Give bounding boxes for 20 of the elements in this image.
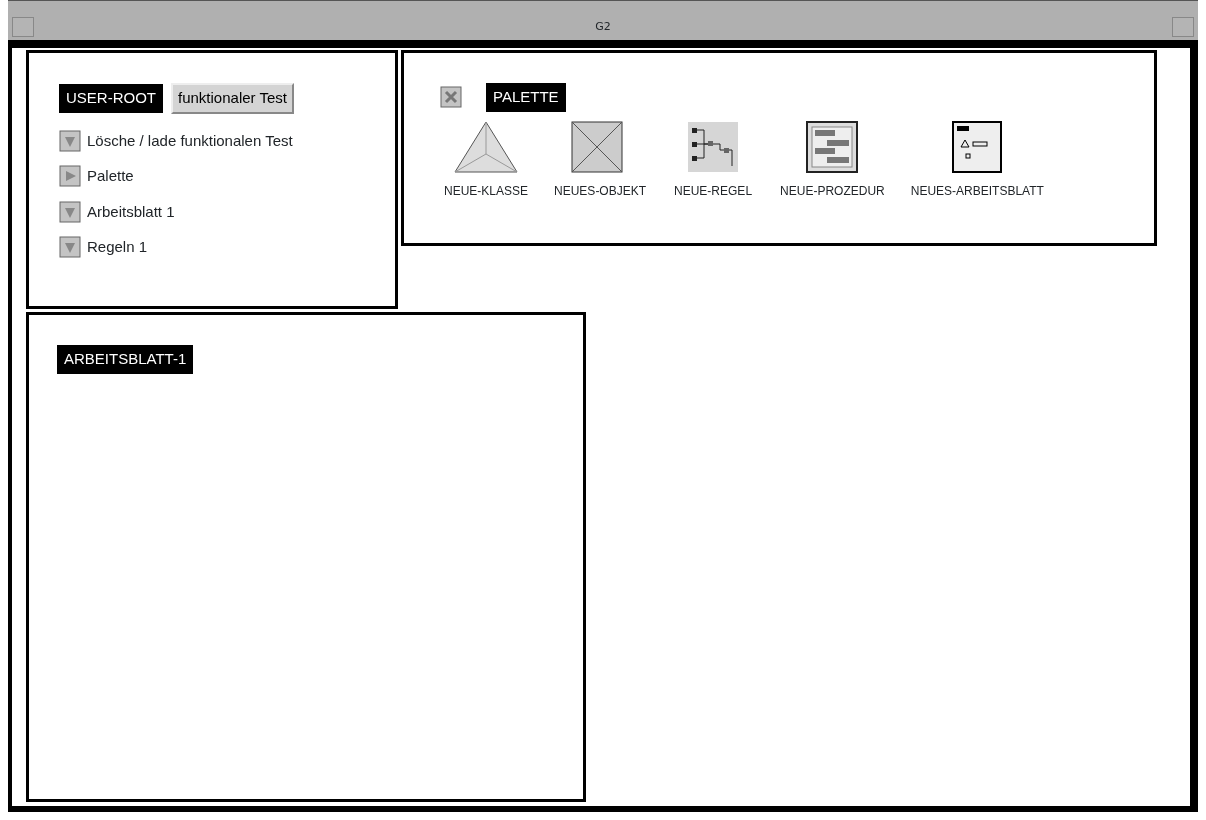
right-arrow-button[interactable]: [59, 165, 81, 188]
down-arrow-button[interactable]: [59, 200, 81, 223]
workspace-title: ARBEITSBLATT-1: [57, 345, 194, 374]
palette-item-label: NEUE-KLASSE: [444, 182, 529, 200]
palette-item-label: NEUES-OBJEKT: [554, 182, 647, 200]
down-arrow-button[interactable]: [59, 129, 81, 152]
palette-title: PALETTE: [486, 83, 566, 112]
menu-item-label[interactable]: Regeln 1: [87, 236, 148, 259]
close-icon[interactable]: [440, 86, 462, 109]
menu-item-label[interactable]: Arbeitsblatt 1: [87, 200, 175, 223]
palette-item-label: NEUE-PROZEDUR: [780, 182, 885, 200]
menu-item-label[interactable]: Lösche / lade funktionalen Test: [87, 129, 293, 152]
action-button[interactable]: funktionaler Test: [171, 83, 294, 114]
menu-item-label[interactable]: Palette: [87, 165, 134, 188]
window-title: G2: [594, 18, 612, 35]
palette-item-label: NEUE-REGEL: [674, 182, 753, 200]
down-arrow-button[interactable]: [59, 236, 81, 259]
palette-item-label: NEUES-ARBEITSBLATT: [910, 182, 1044, 200]
workspace-title: USER-ROOT: [59, 84, 163, 113]
triangle-icon[interactable]: [453, 119, 519, 174]
